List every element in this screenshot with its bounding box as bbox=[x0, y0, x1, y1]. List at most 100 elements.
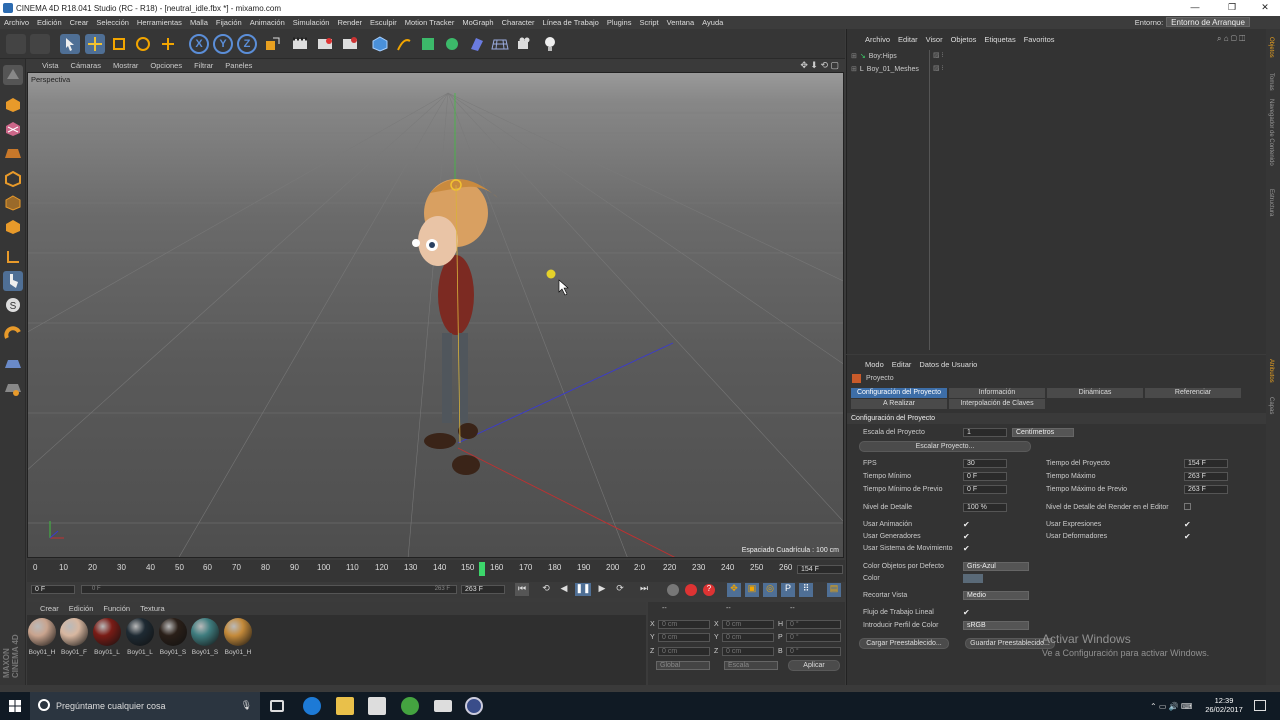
mail-icon[interactable] bbox=[434, 700, 452, 712]
size-mode-dropdown[interactable]: Escala bbox=[724, 661, 778, 670]
points-mode-icon[interactable] bbox=[3, 169, 23, 189]
use-animation-checkbox[interactable]: ✔ bbox=[963, 520, 970, 529]
key-position-icon[interactable]: ✥ bbox=[727, 583, 741, 597]
obj-menu-objetos[interactable]: Objetos bbox=[947, 35, 981, 44]
light-object-marker[interactable] bbox=[546, 269, 556, 279]
mograph-cloner-icon[interactable] bbox=[442, 34, 462, 54]
viewport-menu-vista[interactable]: Vista bbox=[36, 61, 65, 70]
keyframe-selection-icon[interactable]: ? bbox=[703, 584, 715, 596]
maximize-button[interactable]: ❐ bbox=[1220, 2, 1244, 14]
min-time-field[interactable]: 0 F bbox=[963, 472, 1007, 481]
pen-spline-icon[interactable] bbox=[394, 34, 414, 54]
side-tab-atributos[interactable]: Atributos bbox=[1268, 359, 1274, 383]
use-generators-checkbox[interactable]: ✔ bbox=[963, 532, 970, 541]
polygons-mode-icon[interactable] bbox=[3, 217, 23, 237]
project-scale-field[interactable]: 1 bbox=[963, 428, 1007, 437]
linear-workflow-checkbox[interactable]: ✔ bbox=[963, 608, 970, 617]
workplane-lock-icon[interactable] bbox=[3, 355, 23, 375]
side-tab-objetos[interactable]: Objetos bbox=[1268, 37, 1274, 58]
playhead[interactable] bbox=[479, 562, 485, 576]
key-parameter-icon[interactable]: P bbox=[781, 583, 795, 597]
attr-menu-editar[interactable]: Editar bbox=[888, 360, 916, 369]
menu-mograph[interactable]: MoGraph bbox=[458, 18, 497, 27]
previous-key-icon[interactable]: ⟲ bbox=[539, 583, 553, 596]
key-pla-icon[interactable]: ⠿ bbox=[799, 583, 813, 597]
apply-button[interactable]: Aplicar bbox=[788, 660, 840, 671]
menu-crear[interactable]: Crear bbox=[66, 18, 93, 27]
model-mode-icon[interactable] bbox=[3, 95, 23, 115]
obj-menu-visor[interactable]: Visor bbox=[922, 35, 947, 44]
clock[interactable]: 12:39 26/02/2017 bbox=[1198, 696, 1250, 714]
visibility-dots-icon[interactable]: ▨ ⁝ bbox=[933, 64, 944, 72]
menu-animacion[interactable]: Animación bbox=[246, 18, 289, 27]
viewport-menu-paneles[interactable]: Paneles bbox=[219, 61, 258, 70]
visibility-dots-icon[interactable]: ▨ ⁝ bbox=[933, 51, 944, 59]
cinema4d-taskbar-icon[interactable] bbox=[465, 697, 483, 715]
menu-archivo[interactable]: Archivo bbox=[0, 18, 33, 27]
snap-icon[interactable]: S bbox=[3, 295, 23, 315]
taskbar-search-box[interactable]: Pregúntame cualquier cosa 🎙 bbox=[30, 692, 260, 720]
default-object-color-dropdown[interactable]: Gris-Azul bbox=[963, 562, 1029, 571]
timeline-window-icon[interactable]: ▤ bbox=[827, 583, 841, 597]
end-frame-field[interactable]: 154 F bbox=[797, 565, 843, 574]
autokey-icon[interactable] bbox=[685, 584, 697, 596]
tweak-mode-icon[interactable] bbox=[3, 271, 23, 291]
coordinate-mode-dropdown[interactable]: Global bbox=[656, 661, 710, 670]
texture-mode-icon[interactable] bbox=[3, 119, 23, 139]
timeline-ruler[interactable]: 0 10 20 30 40 50 60 70 80 90 100 110 120… bbox=[27, 560, 845, 582]
obj-menu-archivo[interactable]: Archivo bbox=[861, 35, 894, 44]
task-view-icon[interactable] bbox=[270, 700, 284, 712]
obj-menu-favoritos[interactable]: Favoritos bbox=[1020, 35, 1059, 44]
grid-planes-icon[interactable] bbox=[3, 379, 23, 399]
camera-icon[interactable] bbox=[515, 34, 535, 54]
material-swatch[interactable]: Boy01_L bbox=[125, 618, 155, 656]
attr-menu-datos-de-usuario[interactable]: Datos de Usuario bbox=[915, 360, 981, 369]
project-time-field[interactable]: 154 F bbox=[1184, 459, 1228, 468]
scale-unit-dropdown[interactable]: Centímetros bbox=[1012, 428, 1074, 437]
tab-referenciar[interactable]: Referenciar bbox=[1145, 388, 1241, 398]
scale-icon[interactable] bbox=[109, 34, 129, 54]
microphone-icon[interactable]: 🎙 bbox=[241, 700, 252, 711]
windows-start-icon[interactable] bbox=[9, 700, 21, 712]
menu-seleccion[interactable]: Selección bbox=[92, 18, 133, 27]
deformer-icon[interactable] bbox=[467, 34, 487, 54]
record-keys-icon[interactable] bbox=[667, 584, 679, 596]
menu-ayuda[interactable]: Ayuda bbox=[698, 18, 727, 27]
edge-icon[interactable] bbox=[303, 697, 321, 715]
preview-range-slider[interactable]: 0 F 263 F bbox=[81, 585, 457, 594]
pause-icon[interactable]: ❚❚ bbox=[575, 583, 591, 596]
green-app-icon[interactable] bbox=[401, 697, 419, 715]
side-tab-tomas[interactable]: Tomas bbox=[1268, 73, 1274, 91]
tab-informacion[interactable]: Información bbox=[949, 388, 1045, 398]
size-z-field[interactable]: 0 cm bbox=[722, 647, 774, 656]
light-icon[interactable] bbox=[540, 34, 560, 54]
material-menu-textura[interactable]: Textura bbox=[135, 604, 170, 613]
material-swatch[interactable]: Boy01_S bbox=[158, 618, 188, 656]
rotation-b-field[interactable]: 0 ° bbox=[786, 647, 841, 656]
viewport-navigation-icons[interactable]: ✥ ⬇ ⟲ ▢ bbox=[794, 60, 845, 71]
undo-icon[interactable] bbox=[6, 34, 26, 54]
obj-menu-editar[interactable]: Editar bbox=[894, 35, 922, 44]
use-motion-system-checkbox[interactable]: ✔ bbox=[963, 544, 970, 553]
material-swatch[interactable]: Boy01_S bbox=[190, 618, 220, 656]
tab-a-realizar[interactable]: A Realizar bbox=[851, 399, 947, 409]
file-explorer-icon[interactable] bbox=[336, 697, 354, 715]
position-z-field[interactable]: 0 cm bbox=[658, 647, 710, 656]
fps-field[interactable]: 30 bbox=[963, 459, 1007, 468]
menu-herramientas[interactable]: Herramientas bbox=[133, 18, 186, 27]
load-preset-button[interactable]: Cargar Preestablecido... bbox=[859, 638, 949, 649]
material-menu-funcion[interactable]: Función bbox=[98, 604, 135, 613]
previous-frame-icon[interactable]: ◀ bbox=[557, 583, 571, 596]
material-menu-crear[interactable]: Crear bbox=[35, 604, 64, 613]
material-swatch[interactable]: Boy01_H bbox=[27, 618, 57, 656]
max-frame-field[interactable]: 263 F bbox=[461, 585, 505, 594]
object-manager-search-icon[interactable]: ⌕ ⌂ ▢ ◫ bbox=[1217, 34, 1245, 44]
render-picture-viewer-icon[interactable] bbox=[315, 34, 335, 54]
key-scale-icon[interactable]: ▣ bbox=[745, 583, 759, 597]
scale-project-button[interactable]: Escalar Proyecto... bbox=[859, 441, 1031, 452]
subdivision-icon[interactable] bbox=[418, 34, 438, 54]
rotation-h-field[interactable]: 0 ° bbox=[786, 620, 841, 629]
menu-esculpir[interactable]: Esculpir bbox=[366, 18, 401, 27]
axis-mode-icon[interactable] bbox=[3, 247, 23, 267]
crop-view-dropdown[interactable]: Medio bbox=[963, 591, 1029, 600]
